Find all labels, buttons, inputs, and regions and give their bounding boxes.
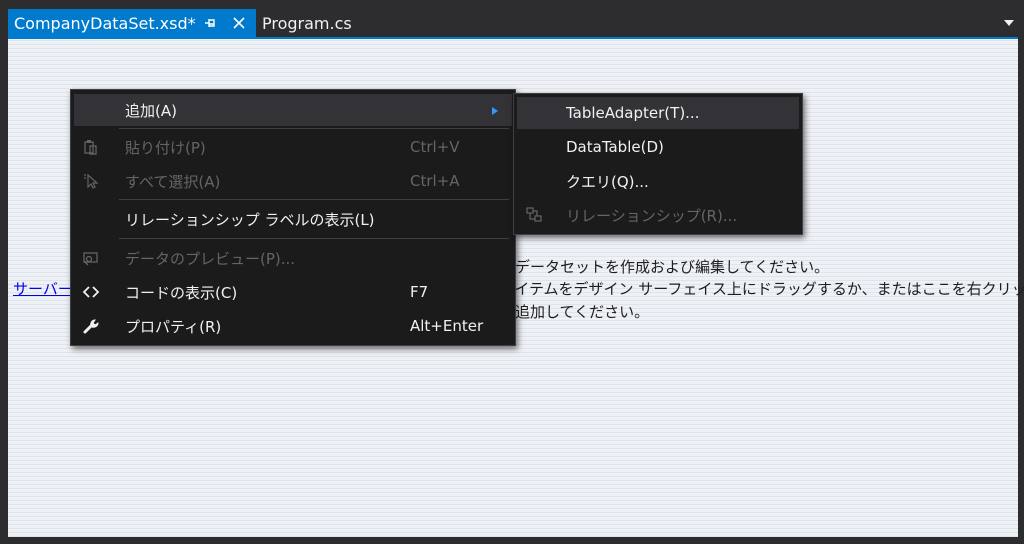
tab-label: CompanyDataSet.xsd* — [14, 13, 196, 33]
menu-item-shortcut: Ctrl+A — [410, 172, 460, 190]
menu-item-label: TableAdapter(T)... — [566, 104, 700, 122]
wrench-icon — [83, 319, 99, 334]
menu-separator — [119, 199, 509, 200]
menu-item-view-code[interactable]: コードの表示(C) F7 — [74, 276, 512, 308]
menu-item-label: クエリ(Q)... — [566, 172, 649, 191]
menu-item-label: DataTable(D) — [566, 138, 664, 156]
submenu-item-query[interactable]: クエリ(Q)... — [517, 165, 799, 197]
hint-text-line-2: アイテムをデザイン サーフェイス上にドラッグするか、またはここを右クリック — [500, 280, 1024, 298]
tab-companydataset[interactable]: CompanyDataSet.xsd* — [8, 9, 256, 37]
code-icon — [82, 286, 100, 298]
relation-icon — [526, 207, 542, 222]
hint-text-line-1: とデータセットを作成および編集してください。 — [500, 258, 830, 276]
submenu-arrow-icon — [492, 107, 498, 115]
add-submenu: TableAdapter(T)... DataTable(D) クエリ(Q)..… — [513, 93, 803, 235]
menu-item-label: すべて選択(A) — [125, 172, 221, 191]
document-tab-bar: CompanyDataSet.xsd* Program.cs — [0, 0, 1024, 37]
server-explorer-link[interactable]: サーバー — [13, 278, 73, 299]
menu-item-label: データのプレビュー(P)... — [125, 249, 296, 268]
submenu-item-datatable[interactable]: DataTable(D) — [517, 131, 799, 163]
menu-item-add[interactable]: 追加(A) — [74, 94, 512, 126]
chevron-down-icon[interactable] — [1003, 18, 1015, 28]
menu-item-label: 追加(A) — [125, 101, 177, 120]
close-icon[interactable] — [230, 14, 248, 32]
menu-item-shortcut: F7 — [410, 283, 429, 301]
menu-separator — [119, 128, 509, 129]
menu-item-label: コードの表示(C) — [125, 283, 238, 302]
tab-program-cs[interactable]: Program.cs — [256, 9, 376, 37]
menu-item-properties[interactable]: プロパティ(R) Alt+Enter — [74, 310, 512, 342]
preview-data-icon — [83, 252, 98, 266]
menu-item-label: 貼り付け(P) — [125, 138, 206, 157]
submenu-item-tableadapter[interactable]: TableAdapter(T)... — [517, 97, 799, 129]
context-menu: 追加(A) 貼り付け(P) Ctrl+V すべて選択(A) Ctrl+A リレー… — [70, 89, 516, 346]
select-all-icon — [84, 173, 99, 189]
menu-item-shortcut: Alt+Enter — [410, 317, 484, 335]
menu-item-select-all[interactable]: すべて選択(A) Ctrl+A — [74, 165, 512, 197]
hint-text-line-3: を追加してください。 — [500, 303, 650, 321]
paste-icon — [84, 140, 97, 155]
pin-icon[interactable] — [202, 15, 218, 31]
menu-item-label: プロパティ(R) — [125, 317, 222, 336]
submenu-item-relation[interactable]: リレーションシップ(R)... — [517, 199, 799, 231]
menu-item-paste[interactable]: 貼り付け(P) Ctrl+V — [74, 131, 512, 163]
menu-item-label: リレーションシップ(R)... — [566, 206, 738, 225]
menu-separator — [119, 238, 509, 239]
menu-item-preview-data[interactable]: データのプレビュー(P)... — [74, 242, 512, 274]
menu-item-label: リレーションシップ ラベルの表示(L) — [125, 210, 375, 229]
menu-item-show-relation-labels[interactable]: リレーションシップ ラベルの表示(L) — [74, 203, 512, 235]
tab-label: Program.cs — [262, 13, 352, 33]
menu-item-shortcut: Ctrl+V — [410, 138, 460, 156]
